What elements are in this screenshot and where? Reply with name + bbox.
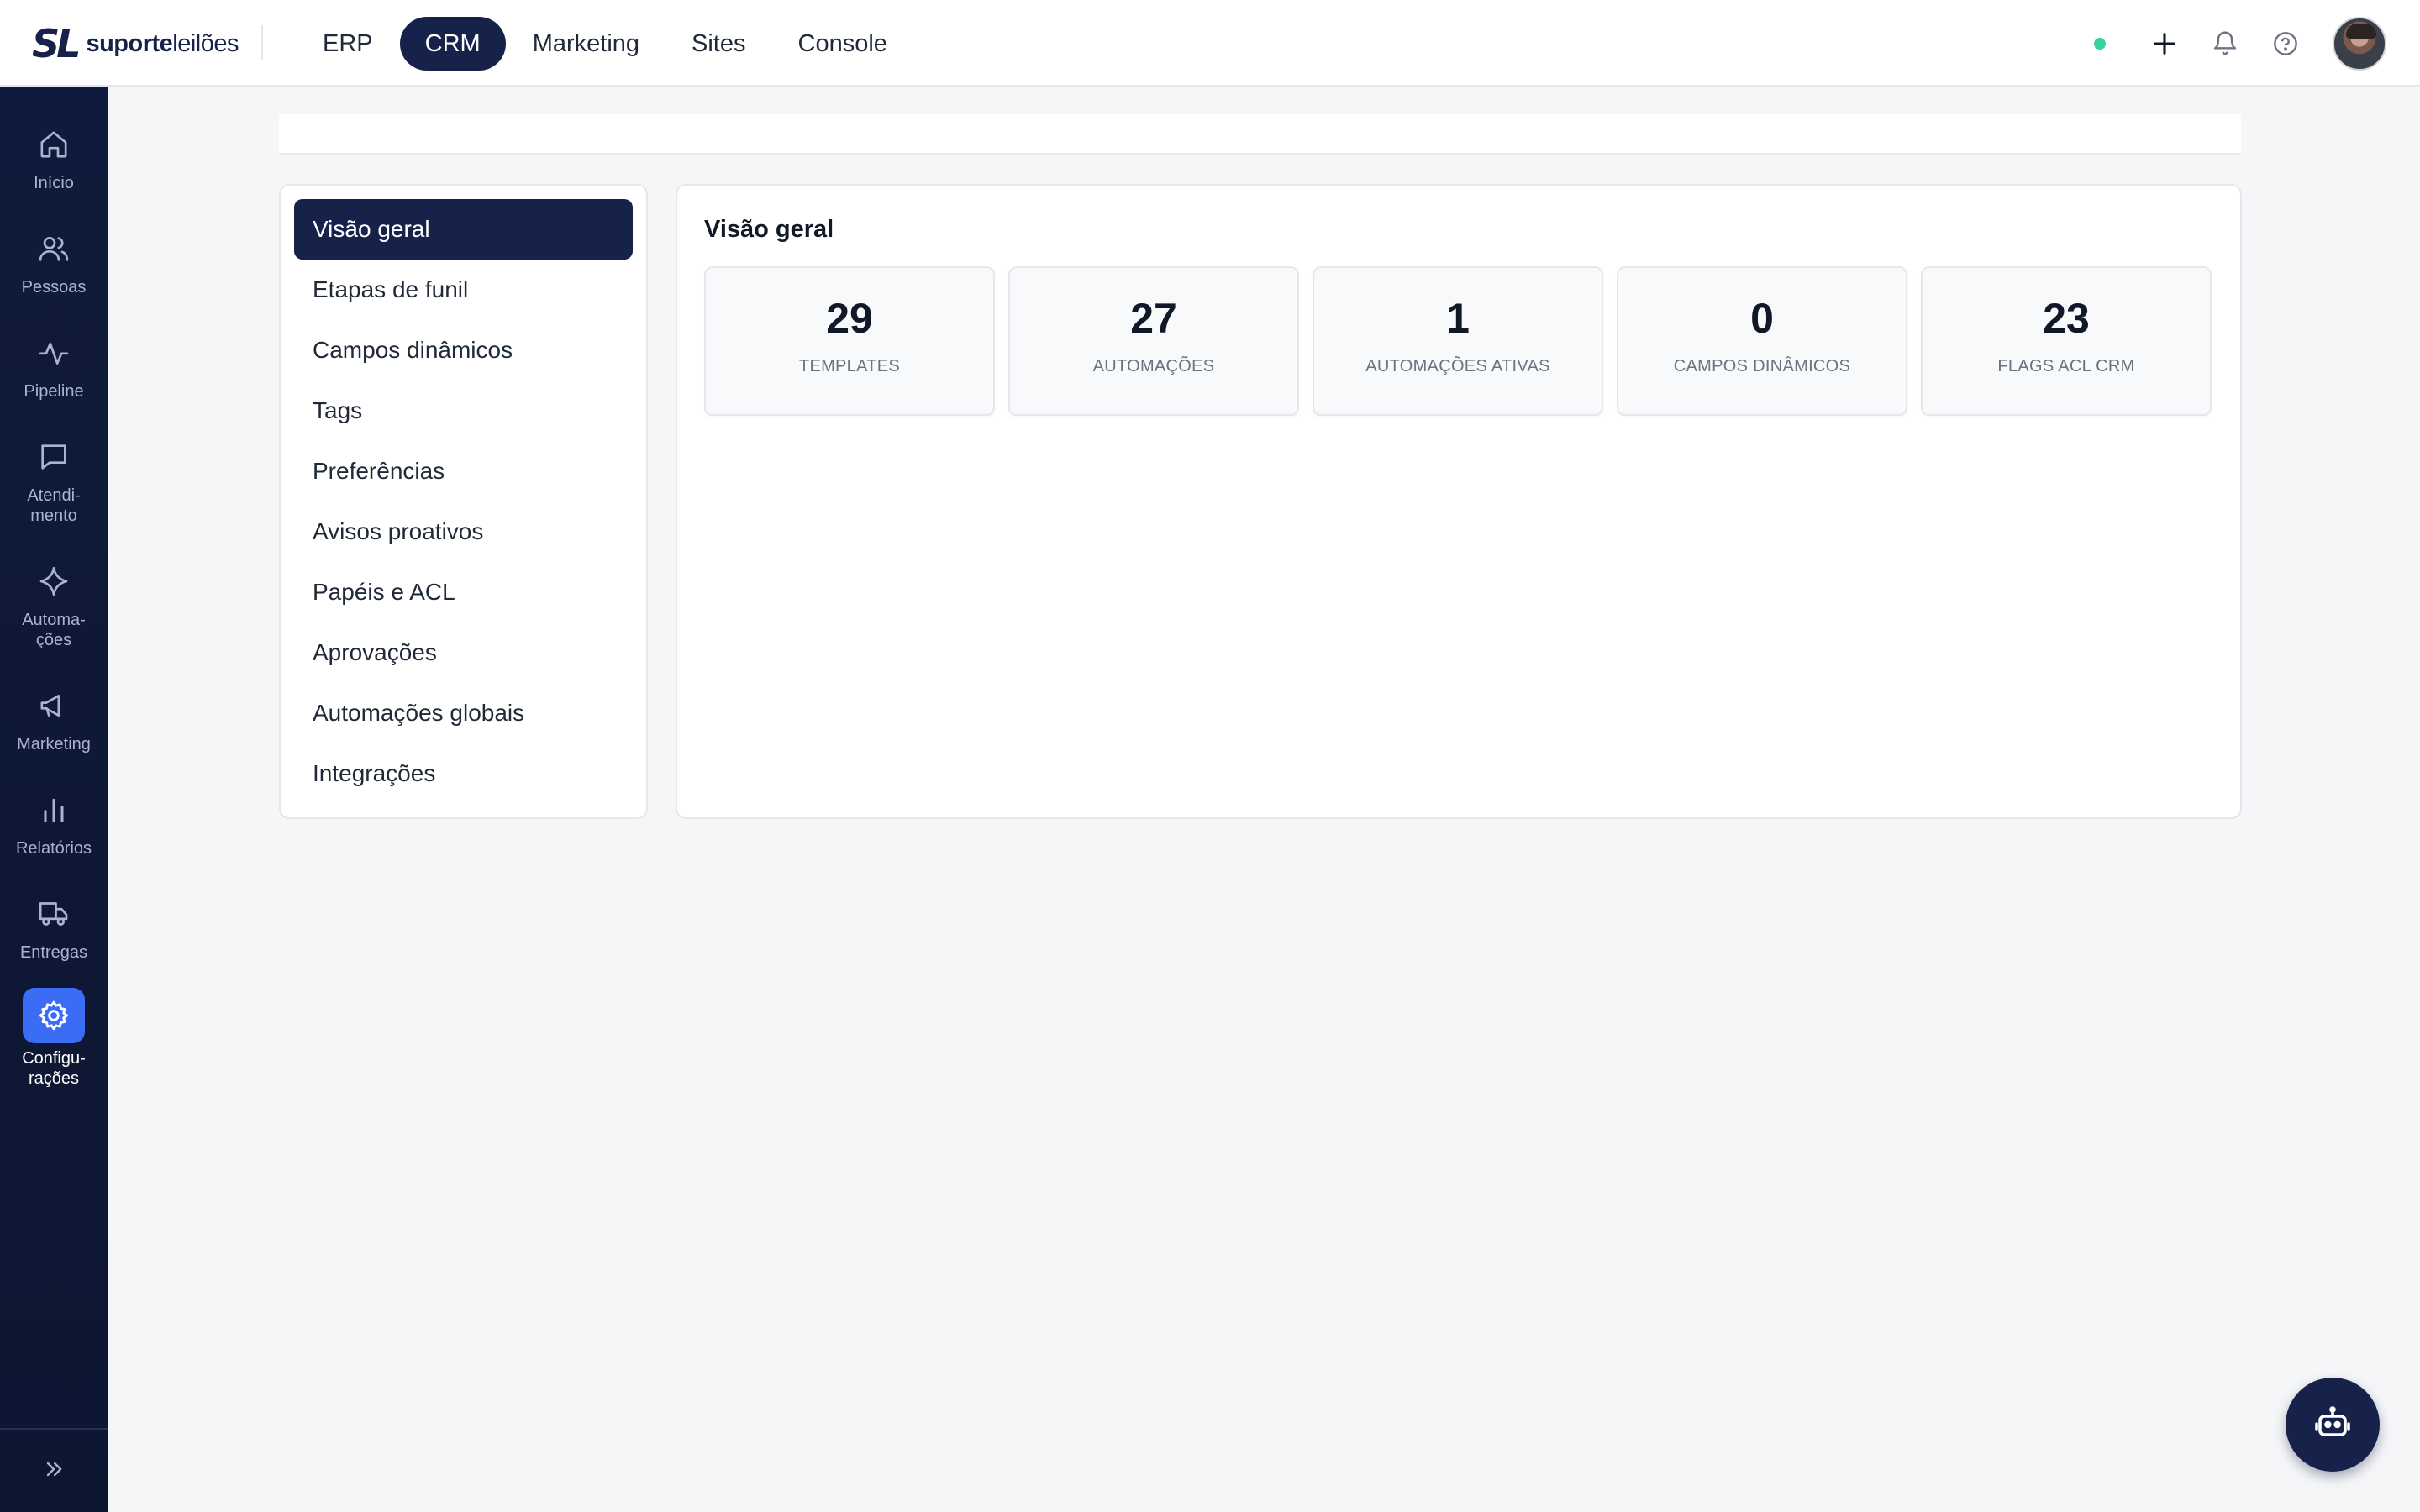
submenu-item-campos-dinamicos[interactable]: Campos dinâmicos	[294, 320, 633, 381]
submenu-item-automacoes-globais[interactable]: Automações globais	[294, 683, 633, 743]
assistant-bot-button[interactable]	[2286, 1378, 2380, 1472]
sidebar-item-inicio[interactable]: Início	[0, 121, 108, 193]
chevrons-right-icon	[42, 1457, 66, 1485]
submenu-item-aprovacoes[interactable]: Aprovações	[294, 622, 633, 683]
page-header-strip	[279, 114, 2241, 155]
submenu-item-avisos-proativos[interactable]: Avisos proativos	[294, 501, 633, 562]
sidebar: Início Pessoas Pipeline Atendi- mento Au…	[0, 87, 108, 1512]
sidebar-item-label: Relatórios	[15, 839, 92, 858]
sidebar-item-automacoes[interactable]: Automa- ções	[0, 558, 108, 650]
stat-value: 27	[1130, 295, 1177, 342]
stat-card-flags-acl-crm: 23 FLAGS ACL CRM	[1921, 266, 2212, 416]
topnav-sites[interactable]: Sites	[666, 17, 771, 71]
stat-value: 23	[2043, 295, 2090, 342]
home-icon	[30, 121, 77, 168]
sidebar-item-label: Marketing	[17, 735, 91, 753]
stat-label: FLAGS ACL CRM	[1997, 357, 2135, 375]
sidebar-item-relatorios[interactable]: Relatórios	[0, 786, 108, 858]
topnav-crm[interactable]: CRM	[399, 17, 506, 71]
truck-icon	[30, 890, 77, 937]
sidebar-item-atendimento[interactable]: Atendi- mento	[0, 433, 108, 526]
top-bar: SL suporteleilões ERP CRM Marketing Site…	[0, 0, 2420, 87]
sidebar-item-configuracoes[interactable]: Configu- rações	[0, 988, 108, 1089]
sidebar-item-label: Entregas	[19, 943, 88, 962]
topnav-console[interactable]: Console	[773, 17, 913, 71]
users-icon	[30, 225, 77, 272]
stat-card-automacoes-ativas: 1 AUTOMAÇÕES ATIVAS	[1313, 266, 1603, 416]
stat-value: 29	[826, 295, 873, 342]
submenu-item-tags[interactable]: Tags	[294, 381, 633, 441]
bot-icon	[2312, 1403, 2353, 1447]
brand-name-bold: suporte	[86, 29, 173, 57]
sidebar-item-label: Automa- ções	[22, 611, 86, 649]
brand-logo[interactable]: SL suporteleilões	[32, 24, 239, 64]
overview-panel: Visão geral 29 TEMPLATES 27 AUTOMAÇÕES 1…	[676, 184, 2242, 819]
stat-value: 0	[1750, 295, 1774, 342]
stat-label: TEMPLATES	[798, 357, 901, 375]
plus-icon[interactable]	[2146, 25, 2183, 62]
gear-icon	[23, 988, 85, 1043]
brand-name: suporteleilões	[86, 29, 239, 57]
sparkle-icon	[30, 558, 77, 605]
bell-icon[interactable]	[2207, 25, 2244, 62]
submenu-item-preferencias[interactable]: Preferências	[294, 441, 633, 501]
sidebar-item-entregas[interactable]: Entregas	[0, 890, 108, 963]
megaphone-icon	[30, 682, 77, 729]
settings-submenu: Visão geral Etapas de funil Campos dinâm…	[279, 184, 648, 819]
sidebar-item-marketing[interactable]: Marketing	[0, 682, 108, 754]
sidebar-item-label: Atendi- mento	[27, 486, 81, 525]
sidebar-expand-button[interactable]	[0, 1428, 108, 1512]
message-icon	[30, 433, 77, 480]
stat-label: AUTOMAÇÕES ATIVAS	[1365, 357, 1550, 375]
topnav-erp[interactable]: ERP	[297, 17, 398, 71]
stat-card-automacoes: 27 AUTOMAÇÕES	[1008, 266, 1299, 416]
help-icon[interactable]	[2267, 25, 2304, 62]
avatar[interactable]	[2333, 17, 2386, 71]
stat-value: 1	[1446, 295, 1470, 342]
sidebar-item-pipeline[interactable]: Pipeline	[0, 329, 108, 402]
sidebar-item-label: Pessoas	[21, 278, 87, 297]
topnav-marketing[interactable]: Marketing	[508, 17, 665, 71]
brand-mark: SL	[32, 21, 81, 66]
top-nav: ERP CRM Marketing Sites Console	[297, 17, 914, 71]
brand-name-light: leilões	[172, 29, 239, 57]
stat-label: CAMPOS DINÂMICOS	[1673, 357, 1851, 375]
bar-chart-icon	[30, 786, 77, 833]
logo-divider	[261, 25, 263, 60]
stat-card-templates: 29 TEMPLATES	[704, 266, 995, 416]
stat-cards: 29 TEMPLATES 27 AUTOMAÇÕES 1 AUTOMAÇÕES …	[704, 266, 2212, 416]
activity-icon	[30, 329, 77, 376]
sidebar-item-label: Configu- rações	[22, 1049, 86, 1088]
top-actions	[2094, 17, 2386, 71]
submenu-item-etapas-de-funil[interactable]: Etapas de funil	[294, 260, 633, 320]
sidebar-item-label: Início	[34, 174, 74, 192]
submenu-item-papeis-e-acl[interactable]: Papéis e ACL	[294, 562, 633, 622]
sidebar-item-label: Pipeline	[24, 382, 84, 401]
sidebar-item-pessoas[interactable]: Pessoas	[0, 225, 108, 297]
panel-title: Visão geral	[704, 216, 834, 243]
stat-card-campos-dinamicos: 0 CAMPOS DINÂMICOS	[1617, 266, 1907, 416]
submenu-item-integracoes[interactable]: Integrações	[294, 743, 633, 804]
stat-label: AUTOMAÇÕES	[1092, 357, 1215, 375]
status-dot	[2094, 38, 2106, 50]
submenu-item-visao-geral[interactable]: Visão geral	[294, 199, 633, 260]
